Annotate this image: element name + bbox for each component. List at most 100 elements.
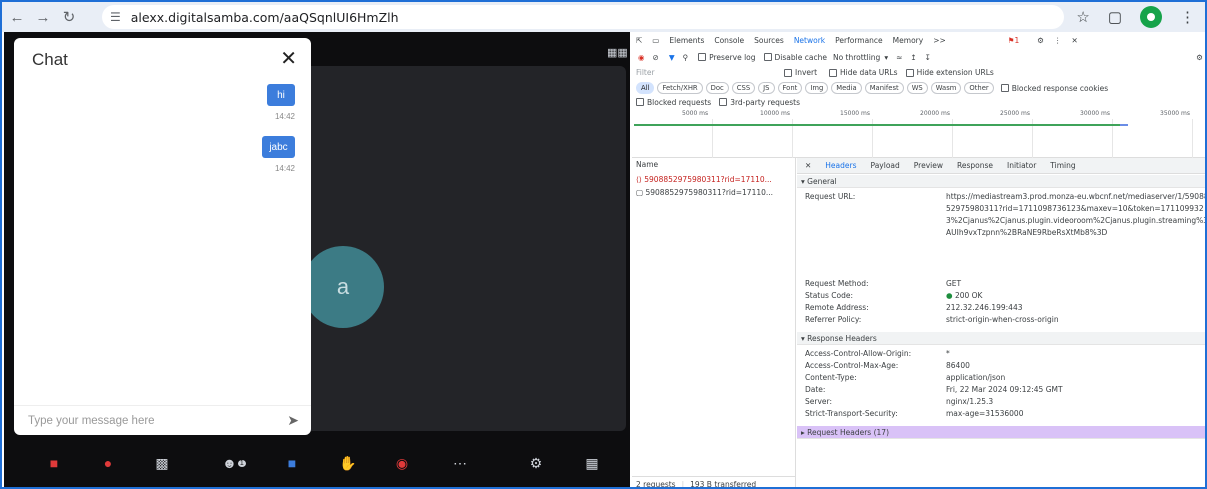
- tab-console[interactable]: Console: [714, 36, 744, 45]
- tab-headers[interactable]: Headers: [825, 161, 856, 170]
- filter-row: Filter Invert Hide data URLs Hide extens…: [632, 66, 1205, 79]
- chat-input[interactable]: Type your message here ➤: [14, 405, 311, 435]
- grid-layout-icon[interactable]: ▦▦: [607, 46, 628, 59]
- timeline-tick: 15000 ms: [840, 110, 870, 117]
- record-icon[interactable]: ◉: [638, 53, 645, 62]
- hide-extension-urls-label: Hide extension URLs: [916, 68, 994, 77]
- request-row[interactable]: ▢ 5908852975980311?rid=17110...: [636, 188, 773, 197]
- remote-address-label: Remote Address:: [805, 303, 869, 312]
- disable-cache-checkbox[interactable]: [763, 53, 772, 61]
- tab-elements[interactable]: Elements: [669, 36, 704, 45]
- header-name: Server:: [805, 397, 832, 406]
- type-filter-ws[interactable]: WS: [906, 82, 928, 94]
- site-settings-icon[interactable]: ☰: [110, 10, 121, 24]
- third-party-checkbox[interactable]: [719, 98, 728, 106]
- preserve-log-checkbox[interactable]: [698, 53, 707, 61]
- response-headers-section-header[interactable]: ▾ Response Headers: [797, 332, 1205, 345]
- request-row[interactable]: ⟨⟩ 5908852975980311?rid=17110...: [636, 175, 772, 184]
- sidepanel-icon[interactable]: ▢: [1108, 8, 1122, 26]
- blocked-cookies-checkbox[interactable]: [1000, 84, 1009, 92]
- header-name: Access-Control-Max-Age:: [805, 361, 899, 370]
- type-filter-media[interactable]: Media: [831, 82, 862, 94]
- search-icon[interactable]: ⚲: [683, 53, 689, 62]
- chat-icon[interactable]: ■: [280, 452, 304, 474]
- settings-icon[interactable]: ⚙: [524, 452, 548, 474]
- disable-cache-label: Disable cache: [774, 52, 827, 62]
- export-har-icon[interactable]: ↧: [925, 53, 931, 62]
- tab-memory[interactable]: Memory: [893, 36, 924, 45]
- more-options-icon[interactable]: ⋯: [448, 452, 472, 474]
- request-method-row: Request Method: GET: [805, 279, 961, 288]
- devtools-settings-icon[interactable]: ⚙: [1037, 36, 1044, 45]
- participants-badge: 1: [237, 459, 246, 467]
- tab-timing[interactable]: Timing: [1050, 161, 1075, 170]
- chat-message: hi: [267, 84, 295, 106]
- issues-badge[interactable]: ⚑1: [1008, 36, 1020, 45]
- type-filter-css[interactable]: CSS: [731, 82, 756, 94]
- network-toolbar: ◉ ⊘ ▼ ⚲ Preserve log Disable cache No th…: [632, 50, 1205, 64]
- blocked-requests-checkbox[interactable]: [636, 98, 644, 106]
- type-filter-all[interactable]: All: [636, 82, 655, 94]
- network-conditions-icon[interactable]: ≈: [896, 53, 902, 62]
- request-name: 5908852975980311?rid=17110...: [644, 175, 772, 184]
- header-name: Date:: [805, 385, 826, 394]
- invert-checkbox[interactable]: [784, 68, 792, 77]
- screen-share-icon[interactable]: ▩: [150, 452, 174, 474]
- clear-icon[interactable]: ⊘: [653, 53, 659, 62]
- inspect-icon[interactable]: ⇱: [636, 36, 642, 45]
- record-icon[interactable]: ◉: [390, 452, 414, 474]
- tab-performance[interactable]: Performance: [835, 36, 883, 45]
- type-filter-font[interactable]: Font: [777, 82, 803, 94]
- more-tabs[interactable]: >>: [933, 36, 946, 45]
- devtools-close-icon[interactable]: ✕: [1072, 36, 1078, 45]
- back-icon[interactable]: ←: [6, 6, 28, 28]
- blocked-requests-label: Blocked requests: [647, 97, 712, 107]
- type-filter-img[interactable]: Img: [805, 82, 829, 94]
- tab-response[interactable]: Response: [957, 161, 993, 170]
- tab-initiator[interactable]: Initiator: [1007, 161, 1036, 170]
- filter-input[interactable]: Filter: [636, 68, 784, 77]
- general-section-header[interactable]: ▾ General: [797, 175, 1205, 188]
- participants-icon[interactable]: ☻ 1: [222, 452, 246, 474]
- type-filter-js[interactable]: JS: [758, 82, 775, 94]
- layout-people-icon[interactable]: ▦: [580, 452, 604, 474]
- tab-preview[interactable]: Preview: [914, 161, 943, 170]
- type-filter-doc[interactable]: Doc: [705, 82, 729, 94]
- profile-avatar[interactable]: [1140, 6, 1162, 28]
- preserve-log-label: Preserve log: [709, 52, 756, 62]
- reload-icon[interactable]: ↻: [58, 6, 80, 28]
- hide-extension-urls-checkbox[interactable]: [905, 68, 914, 77]
- raise-hand-icon[interactable]: ✋: [336, 452, 360, 474]
- type-filter-wasm[interactable]: Wasm: [930, 82, 962, 94]
- device-toggle-icon[interactable]: ▭: [652, 36, 659, 45]
- type-filter-fetch-xhr[interactable]: Fetch/XHR: [657, 82, 703, 94]
- chevron-down-icon[interactable]: ▾: [884, 53, 888, 62]
- type-filter-row: All Fetch/XHR Doc CSS JS Font Img Media …: [632, 81, 1205, 95]
- request-name: 5908852975980311?rid=17110...: [645, 188, 774, 197]
- close-detail-icon[interactable]: ✕: [805, 161, 811, 170]
- devtools-menu-icon[interactable]: ⋮: [1054, 36, 1062, 45]
- type-filter-other[interactable]: Other: [964, 82, 994, 94]
- tab-network[interactable]: Network: [794, 36, 825, 45]
- forward-icon[interactable]: →: [32, 6, 54, 28]
- type-filter-manifest[interactable]: Manifest: [864, 82, 904, 94]
- hide-data-urls-checkbox[interactable]: [829, 68, 838, 77]
- network-settings-icon[interactable]: ⚙: [1196, 53, 1203, 62]
- name-column-header[interactable]: Name: [636, 160, 658, 172]
- tab-payload[interactable]: Payload: [871, 161, 900, 170]
- response-header-row: Access-Control-Max-Age: 86400: [805, 361, 970, 370]
- import-har-icon[interactable]: ↥: [910, 53, 916, 62]
- camera-off-icon[interactable]: ■: [42, 452, 66, 474]
- status-code-row: Status Code: ● 200 OK: [805, 291, 982, 300]
- request-headers-section-header[interactable]: ▸ Request Headers (17): [797, 426, 1205, 439]
- mic-off-icon[interactable]: ●: [96, 452, 120, 474]
- address-bar[interactable]: ☰ alexx.digitalsamba.com/aaQSqnlUI6HmZlh: [102, 5, 1064, 29]
- close-icon[interactable]: ✕: [280, 46, 297, 71]
- network-timeline[interactable]: 5000 ms 10000 ms 15000 ms 20000 ms 25000…: [632, 110, 1205, 158]
- throttling-select[interactable]: No throttling: [833, 53, 880, 62]
- bookmark-star-icon[interactable]: ☆: [1076, 8, 1089, 26]
- filter-icon[interactable]: ▼: [669, 53, 675, 62]
- browser-menu-icon[interactable]: ⋮: [1180, 8, 1195, 26]
- tab-sources[interactable]: Sources: [754, 36, 784, 45]
- send-icon[interactable]: ➤: [287, 412, 299, 429]
